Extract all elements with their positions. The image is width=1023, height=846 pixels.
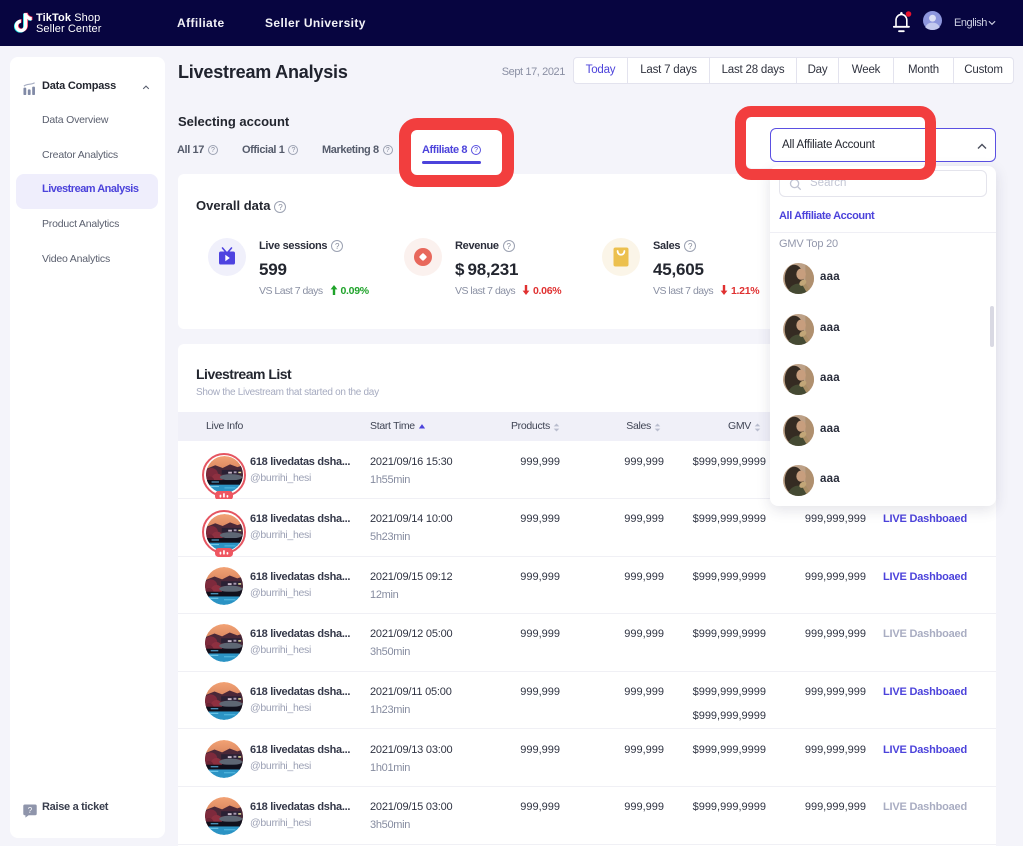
svg-text:?: ? (28, 806, 33, 815)
